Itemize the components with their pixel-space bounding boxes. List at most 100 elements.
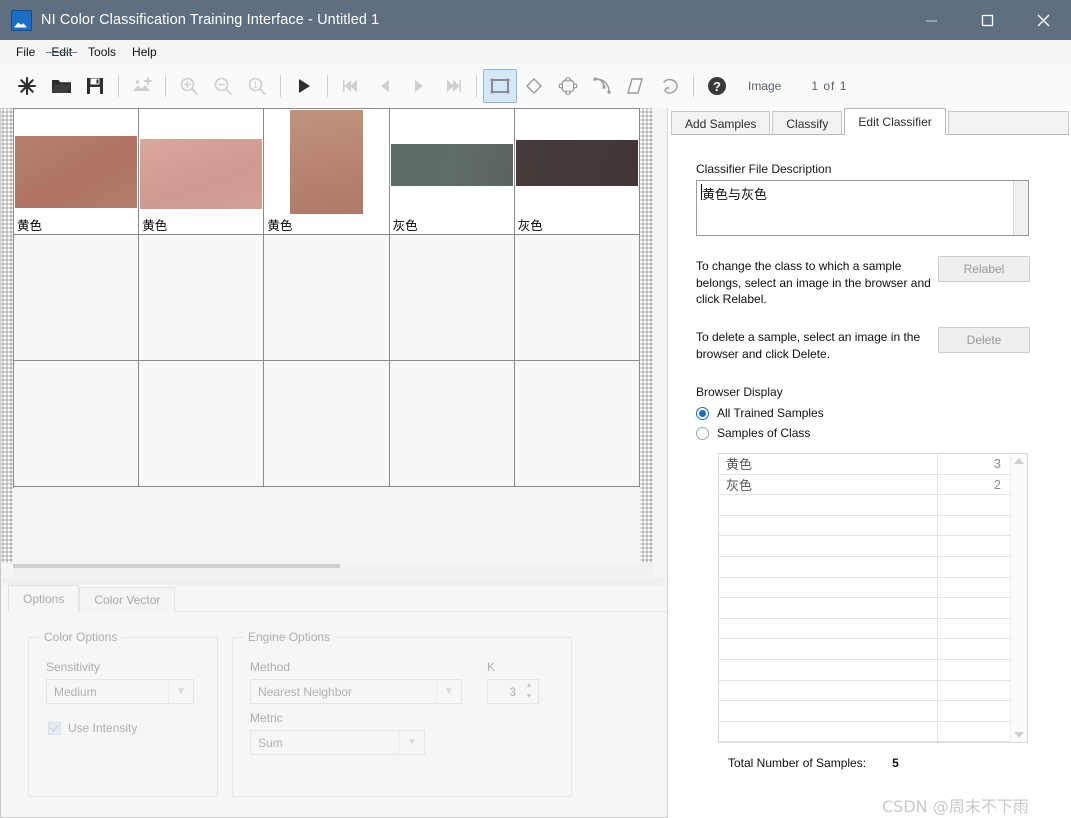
parallelogram-roi-icon[interactable] [619, 69, 653, 103]
table-row[interactable] [719, 721, 1010, 743]
class-count-table[interactable]: 黄色 3 灰色 2 [718, 453, 1028, 743]
sample-cell[interactable]: 黄色 [14, 109, 140, 235]
tab-color-vector[interactable]: Color Vector [79, 587, 176, 612]
close-button[interactable] [1015, 0, 1071, 40]
sample-cell-empty[interactable] [139, 361, 265, 487]
options-panel: Options Color Vector Color Options Sensi… [0, 585, 668, 818]
table-row[interactable]: 黄色 3 [719, 454, 1010, 475]
sensitivity-select[interactable]: Medium ▼ [46, 679, 194, 704]
browser-scroll-track-right[interactable] [640, 108, 653, 563]
save-floppy-icon[interactable] [78, 69, 112, 103]
sample-cell-empty[interactable] [389, 361, 515, 487]
tab-classify[interactable]: Classify [772, 111, 843, 135]
use-intensity-checkbox[interactable]: Use Intensity [48, 721, 137, 735]
table-row[interactable] [719, 556, 1010, 578]
maximize-button[interactable] [959, 0, 1015, 40]
class-count [938, 681, 1010, 701]
play-icon[interactable] [287, 69, 321, 103]
oval-roi-icon[interactable] [551, 69, 585, 103]
window-title: NI Color Classification Training Interfa… [41, 12, 380, 28]
table-row[interactable] [719, 701, 1010, 722]
minimize-button[interactable] [903, 0, 959, 40]
class-count [938, 557, 1010, 577]
delete-button[interactable]: Delete [938, 327, 1030, 353]
tab-add-samples[interactable]: Add Samples [671, 111, 771, 135]
zoom-out-icon[interactable] [206, 69, 240, 103]
rectangle-roi-icon[interactable] [483, 69, 517, 103]
class-name: 灰色 [719, 474, 938, 495]
relabel-button[interactable]: Relabel [938, 256, 1030, 282]
class-table-scrollbar[interactable] [1010, 454, 1027, 742]
open-folder-icon[interactable] [44, 69, 78, 103]
table-row[interactable] [719, 598, 1010, 619]
sample-thumbnail [15, 136, 138, 208]
engine-options-title: Engine Options [243, 630, 336, 644]
browser-horizontal-scrollbar[interactable] [13, 563, 653, 577]
chevron-down-icon: ▼ [168, 680, 193, 703]
table-row[interactable]: 灰色 2 [719, 474, 1010, 496]
tab-edit-classifier[interactable]: Edit Classifier [844, 108, 946, 135]
k-stepper[interactable]: 3 ▲ ▼ [487, 679, 539, 704]
last-image-icon[interactable] [436, 69, 470, 103]
new-icon[interactable] [10, 69, 44, 103]
scroll-up-arrow-icon[interactable] [1014, 458, 1024, 464]
description-value: 黄色与灰色 [702, 188, 768, 203]
sample-cell[interactable]: 黄色 [264, 109, 390, 235]
image-app-icon [11, 9, 32, 31]
table-row[interactable] [719, 495, 1010, 516]
menu-tools[interactable]: Tools [80, 43, 124, 61]
image-browser[interactable]: 黄色 黄色 黄色 灰色 灰色 [0, 108, 668, 578]
table-row[interactable] [719, 680, 1010, 702]
browser-scroll-thumb[interactable] [13, 564, 340, 568]
class-name [719, 680, 938, 701]
menu-file[interactable]: File [8, 43, 43, 61]
color-options-title: Color Options [39, 630, 123, 644]
table-row[interactable] [719, 577, 1010, 599]
sample-cell-empty[interactable] [389, 235, 515, 361]
browser-scroll-track-left[interactable] [0, 108, 13, 563]
table-row[interactable] [719, 659, 1010, 681]
sample-cell[interactable]: 黄色 [139, 109, 265, 235]
stepper-arrows-icon[interactable]: ▲ ▼ [522, 682, 536, 701]
class-count [938, 495, 1010, 515]
sample-cell[interactable]: 灰色 [389, 109, 515, 235]
sample-cell[interactable]: 灰色 [514, 109, 640, 235]
sample-cell-empty[interactable] [14, 235, 140, 361]
rotated-rectangle-roi-icon[interactable] [517, 69, 551, 103]
class-count [938, 701, 1010, 721]
sample-cell-empty[interactable] [264, 361, 390, 487]
description-textarea[interactable]: 黄色与灰色 [696, 180, 1029, 236]
sample-cell-empty[interactable] [514, 235, 640, 361]
menu-help[interactable]: Help [124, 43, 165, 61]
radio-samples-of-class[interactable]: Samples of Class [696, 426, 810, 440]
table-row[interactable] [719, 536, 1010, 557]
annulus-roi-icon[interactable] [585, 69, 619, 103]
method-select[interactable]: Nearest Neighbor ▼ [250, 679, 462, 704]
previous-image-icon[interactable] [368, 69, 402, 103]
sample-cell-empty[interactable] [514, 361, 640, 487]
window-left-border [0, 108, 1, 818]
first-image-icon[interactable] [334, 69, 368, 103]
next-image-icon[interactable] [402, 69, 436, 103]
table-row[interactable] [719, 515, 1010, 537]
description-scrollbar[interactable] [1013, 181, 1028, 235]
menu-edit[interactable]: Edit [43, 43, 80, 61]
zoom-one-to-one-icon[interactable]: 1 [240, 69, 274, 103]
class-count [938, 516, 1010, 536]
help-icon[interactable]: ? [700, 69, 734, 103]
sample-label: 黄色 [267, 218, 293, 234]
use-intensity-label: Use Intensity [68, 721, 138, 735]
radio-all-trained-samples[interactable]: All Trained Samples [696, 406, 824, 420]
metric-select[interactable]: Sum ▼ [250, 730, 425, 755]
sample-cell-empty[interactable] [14, 361, 140, 487]
scroll-down-arrow-icon[interactable] [1014, 732, 1024, 738]
sample-cell-empty[interactable] [264, 235, 390, 361]
zoom-in-icon[interactable] [172, 69, 206, 103]
sample-cell-empty[interactable] [139, 235, 265, 361]
total-samples-label: Total Number of Samples: [728, 756, 867, 770]
table-row[interactable] [719, 618, 1010, 640]
table-row[interactable] [719, 639, 1010, 660]
tab-options[interactable]: Options [8, 585, 80, 612]
add-image-icon[interactable] [125, 69, 159, 103]
freehand-roi-icon[interactable] [653, 69, 687, 103]
